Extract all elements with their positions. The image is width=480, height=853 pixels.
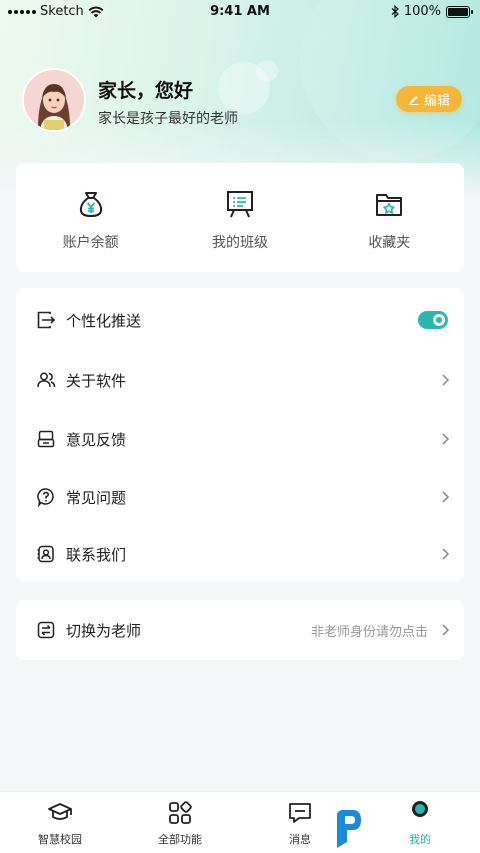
watermark-text: PCPOP下载 — [365, 818, 458, 837]
chevron-right-icon — [442, 491, 450, 503]
chevron-right-icon — [442, 624, 450, 636]
tab-all-features[interactable]: 全部功能 — [120, 792, 240, 853]
menu-item-label: 联系我们 — [66, 545, 127, 564]
graduation-cap-icon — [48, 803, 72, 820]
switch-hint: 非老师身份请勿点击 — [310, 624, 428, 640]
bluetooth-icon — [391, 5, 399, 18]
quick-action-favorites[interactable]: 收藏夹 — [315, 163, 464, 272]
money-bag-icon — [79, 192, 102, 217]
battery-icon — [446, 5, 473, 18]
message-icon — [289, 803, 311, 823]
quick-actions-card: 账户余额 我的班级 收藏夹 — [16, 163, 464, 272]
battery-percent: 100% — [403, 4, 441, 19]
switch-to-teacher-row[interactable]: 切换为老师 非老师身份请勿点击 — [16, 600, 464, 660]
greeting-subtitle: 家长是孩子最好的老师 — [98, 111, 238, 127]
chevron-right-icon — [442, 548, 450, 560]
edit-label: 编辑 — [423, 93, 450, 109]
signal-icon — [8, 9, 36, 14]
question-icon — [37, 488, 54, 507]
menu-item-label: 意见反馈 — [66, 430, 127, 449]
switch-label: 切换为老师 — [66, 621, 142, 640]
menu-item-feedback[interactable]: 意见反馈 — [16, 410, 464, 468]
avatar[interactable] — [22, 68, 86, 132]
tab-label: 智慧校园 — [38, 833, 82, 846]
greeting-title: 家长，您好 — [98, 80, 194, 102]
menu-item-contact[interactable]: 联系我们 — [16, 525, 464, 583]
wifi-icon — [88, 6, 104, 17]
quick-action-account-balance[interactable]: 账户余额 — [16, 163, 165, 272]
feedback-box-icon — [37, 430, 55, 448]
chevron-right-icon — [442, 433, 450, 445]
push-exit-icon — [37, 311, 56, 329]
menu-item-faq[interactable]: 常见问题 — [16, 468, 464, 526]
chevron-right-icon — [442, 374, 450, 386]
profile-section: 家长，您好 家长是孩子最好的老师 编辑 — [22, 68, 462, 132]
presentation-board-icon — [226, 191, 253, 218]
contact-card-icon — [37, 545, 54, 563]
menu-item-label: 常见问题 — [66, 488, 127, 507]
star-folder-icon — [376, 194, 403, 216]
avatar-illustration — [24, 70, 84, 130]
grid-icon — [169, 801, 192, 824]
menu-item-personalized-push: 个性化推送 — [16, 291, 464, 349]
pencil-icon — [409, 96, 419, 105]
tab-smart-campus[interactable]: 智慧校园 — [0, 792, 120, 853]
edit-profile-button[interactable]: 编辑 — [396, 86, 462, 112]
menu-item-label: 个性化推送 — [66, 311, 142, 330]
switch-row-content: 切换为老师 非老师身份请勿点击 — [16, 601, 464, 659]
menu-item-about[interactable]: 关于软件 — [16, 351, 464, 409]
status-bar: Sketch 9:41 AM 100% — [0, 0, 480, 24]
quick-action-label: 账户余额 — [62, 235, 119, 251]
carrier-label: Sketch — [40, 4, 84, 19]
users-icon — [37, 372, 56, 388]
quick-action-label: 我的班级 — [211, 235, 268, 251]
quick-action-my-class[interactable]: 我的班级 — [165, 163, 314, 272]
switch-icon — [37, 621, 55, 639]
personalized-push-toggle[interactable] — [418, 311, 448, 329]
tab-label: 全部功能 — [158, 833, 202, 846]
quick-action-label: 收藏夹 — [368, 235, 411, 251]
settings-menu-card: 个性化推送 关于软件 意见反馈 常见问题 联系我们 — [16, 288, 464, 582]
tab-label: 消息 — [289, 833, 311, 846]
pcpop-watermark: PCPOP下载 — [337, 810, 458, 848]
menu-item-label: 关于软件 — [66, 371, 127, 390]
